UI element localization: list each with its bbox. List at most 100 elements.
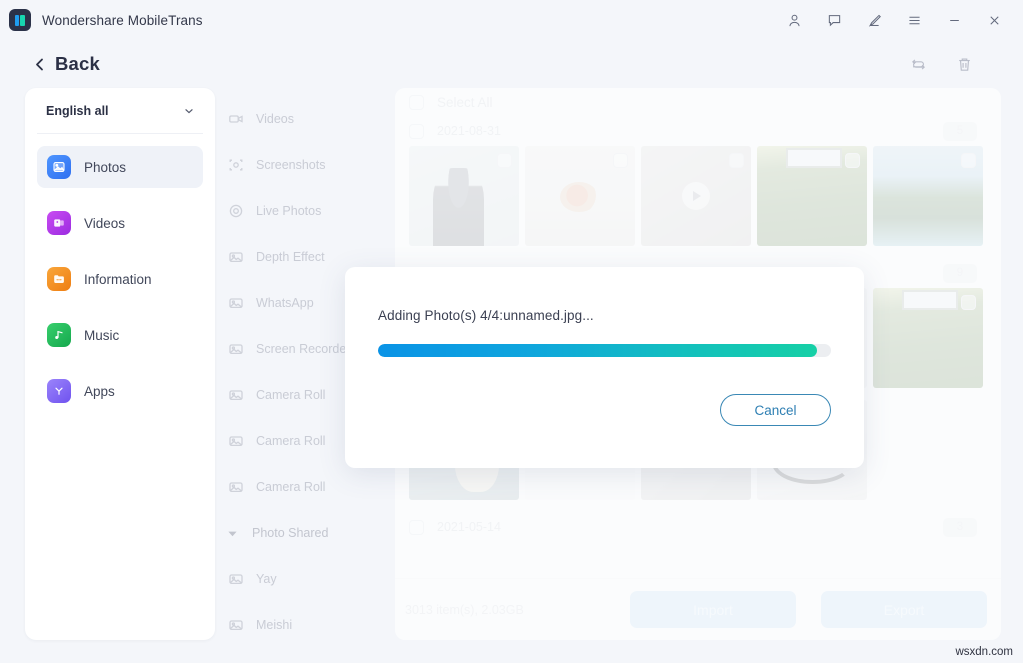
menu-icon[interactable] (899, 6, 929, 34)
edit-icon[interactable] (859, 6, 889, 34)
screenshot-icon (227, 156, 245, 174)
group-date: 2021-05-14 (437, 520, 501, 534)
sidebar-item-label: Music (84, 327, 120, 343)
category-label: Live Photos (256, 204, 322, 218)
category-label: Depth Effect (256, 250, 325, 264)
category-item-camera-roll-3[interactable]: Camera Roll (215, 464, 395, 510)
app-title: Wondershare MobileTrans (42, 12, 203, 28)
music-icon (47, 323, 71, 347)
date-group-header: 2021-05-14 3 (395, 512, 1001, 542)
back-button[interactable]: Back (33, 53, 100, 75)
apps-icon (47, 379, 71, 403)
chevron-left-icon (36, 58, 43, 70)
thumb-checkbox[interactable] (961, 295, 976, 310)
import-button[interactable]: Import (630, 591, 796, 628)
dialog-actions: Cancel (378, 394, 831, 426)
window-controls (779, 6, 1009, 34)
refresh-icon[interactable] (906, 52, 930, 76)
group-count-badge: 5 (943, 121, 977, 141)
title-bar: Wondershare MobileTrans (0, 0, 1023, 40)
thumb-checkbox[interactable] (729, 153, 744, 168)
category-label: WhatsApp (256, 296, 314, 310)
sidebar-item-music[interactable]: Music (37, 314, 203, 356)
live-photo-icon (227, 202, 245, 220)
category-item-screenshots[interactable]: Screenshots (215, 142, 395, 188)
category-item-meishi[interactable]: Meishi (215, 602, 395, 648)
select-all-label: Select All (437, 94, 493, 110)
page-header: Back (0, 40, 1023, 88)
photo-thumb-palms[interactable] (873, 146, 983, 246)
account-icon[interactable] (779, 6, 809, 34)
export-button[interactable]: Export (821, 591, 987, 628)
sidebar-item-label: Videos (84, 215, 126, 231)
close-icon[interactable] (979, 6, 1009, 34)
photo-thumb-green[interactable] (873, 288, 983, 388)
category-item-yay[interactable]: Yay (215, 556, 395, 602)
thumb-checkbox[interactable] (497, 153, 512, 168)
information-icon (47, 267, 71, 291)
item-stats: 3013 item(s), 2.03GB (405, 602, 524, 617)
thumb-checkbox[interactable] (613, 153, 628, 168)
sidebar-item-videos[interactable]: Videos (37, 202, 203, 244)
category-label: Screenshots (256, 158, 326, 172)
feedback-icon[interactable] (819, 6, 849, 34)
sidebar-item-label: Apps (84, 383, 115, 399)
category-label: Photo Shared (252, 526, 329, 540)
video-camera-icon (227, 110, 245, 128)
thumb-checkbox[interactable] (845, 153, 860, 168)
minimize-icon[interactable] (939, 6, 969, 34)
play-icon (682, 182, 710, 210)
photo-icon (227, 478, 245, 496)
category-item-videos[interactable]: Videos (215, 96, 395, 142)
category-label: Camera Roll (256, 480, 326, 494)
bottom-action-bar: 3013 item(s), 2.03GB Import Export (395, 578, 1001, 640)
category-label: Camera Roll (256, 434, 326, 448)
sidebar-item-photos[interactable]: Photos (37, 146, 203, 188)
category-item-live-photos[interactable]: Live Photos (215, 188, 395, 234)
photo-icon (227, 248, 245, 266)
progress-message: Adding Photo(s) 4/4:unnamed.jpg... (378, 308, 594, 323)
chevron-down-icon (185, 108, 193, 113)
photo-icon (227, 432, 245, 450)
photo-icon (227, 386, 245, 404)
progress-bar (378, 344, 831, 357)
photo-thumb-person[interactable] (409, 146, 519, 246)
category-label: Meishi (256, 618, 293, 632)
category-label: Yay (256, 572, 277, 586)
date-group-header: 2021-08-31 5 (395, 116, 1001, 146)
photos-icon (47, 155, 71, 179)
group-date: 2021-08-31 (437, 124, 501, 138)
trash-icon[interactable] (952, 52, 976, 76)
cancel-button[interactable]: Cancel (720, 394, 831, 426)
group-checkbox[interactable] (409, 519, 424, 535)
caret-down-icon (227, 528, 241, 539)
category-label: Videos (256, 112, 294, 126)
video-thumb-clip[interactable] (641, 146, 751, 246)
sidebar: English all Photos Videos Information Mu… (25, 88, 215, 640)
sidebar-item-information[interactable]: Information (37, 258, 203, 300)
watermark: wsxdn.com (955, 646, 1013, 658)
progress-bar-fill (378, 344, 818, 357)
language-select[interactable]: English all (37, 88, 203, 134)
progress-dialog: Adding Photo(s) 4/4:unnamed.jpg... Cance… (345, 267, 864, 468)
sidebar-nav: Photos Videos Information Music Apps (37, 134, 203, 412)
photo-thumb-plants[interactable] (757, 146, 867, 246)
select-all-checkbox[interactable] (409, 94, 424, 110)
sidebar-item-label: Photos (84, 159, 127, 175)
photo-icon (227, 570, 245, 588)
sidebar-item-apps[interactable]: Apps (37, 370, 203, 412)
thumb-checkbox[interactable] (961, 153, 976, 168)
back-label: Back (55, 53, 101, 74)
photo-grid (395, 146, 1001, 246)
photo-icon (227, 616, 245, 634)
photo-icon (227, 294, 245, 312)
videos-icon (47, 211, 71, 235)
group-count-badge: 3 (943, 517, 977, 537)
header-actions (906, 52, 1001, 76)
mobiletrans-logo-icon (9, 9, 31, 31)
photo-icon (227, 340, 245, 358)
group-checkbox[interactable] (409, 123, 424, 139)
photo-thumb-flowers[interactable] (525, 146, 635, 246)
language-label: English all (46, 103, 109, 118)
category-group-photo-shared[interactable]: Photo Shared (215, 510, 395, 556)
